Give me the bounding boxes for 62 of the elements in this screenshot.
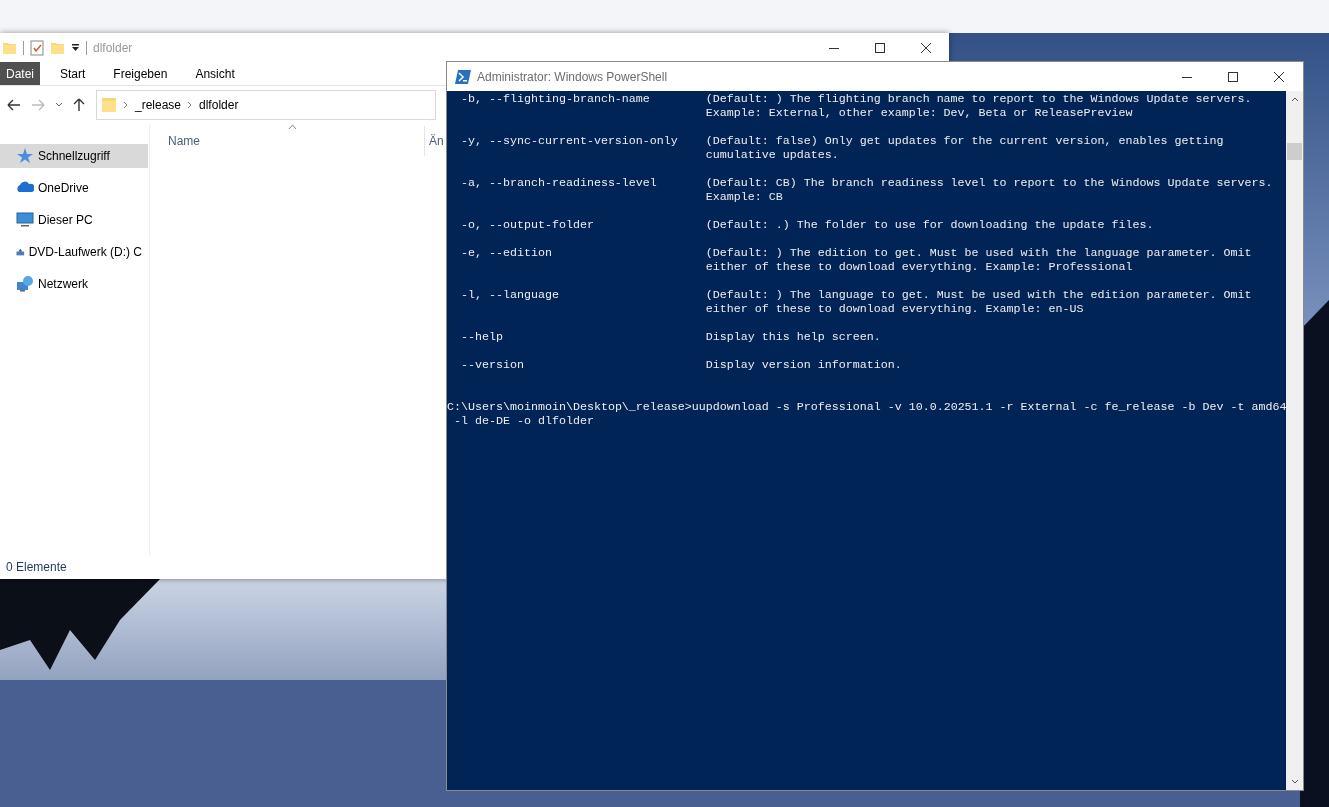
window-title: Administrator: Windows PowerShell: [477, 68, 668, 86]
option-name: -b, --flighting-branch-name: [461, 92, 650, 106]
ribbon-tab[interactable]: Datei: [0, 62, 40, 85]
checklist-icon[interactable]: [30, 39, 44, 56]
status-text: 0 Elemente: [5, 559, 68, 576]
maximize-icon: [1228, 71, 1238, 82]
chevron-down-icon: [55, 102, 63, 108]
option-name: -l, --language: [461, 288, 559, 302]
option-name: -y, --sync-current-version-only: [461, 134, 678, 148]
window-title: dlfolder: [93, 39, 133, 57]
terminal-icon: [455, 69, 471, 84]
option-name: --help: [461, 330, 503, 344]
folder-icon: [101, 96, 117, 114]
option-name: -o, --output-folder: [461, 218, 594, 232]
column-header[interactable]: Name: [150, 126, 425, 156]
option-description: Display this help screen.: [705, 330, 881, 344]
scrollbar-thumb[interactable]: [1287, 143, 1303, 160]
monitor-icon: [16, 211, 34, 229]
option-description: Example: External, other example: Dev, Beta or ReleasePreview: [705, 106, 1134, 120]
nav-item[interactable]: DVD-Laufwerk (D:) C: [0, 240, 148, 264]
forward-arrow-icon: [31, 99, 45, 111]
breadcrumb-item[interactable]: _release: [135, 96, 182, 114]
option-name: -e, --edition: [461, 246, 552, 260]
option-name: -a, --branch-readiness-level: [461, 176, 657, 190]
star-icon: [16, 147, 34, 165]
chevron-right-icon: [123, 101, 129, 109]
chevron-right-icon: [187, 101, 194, 109]
command-line: C:\Users\moinmoin\Desktop\_release>uupdownload -s Professional -v 10.0.20251.1 -r External -c fe_release -b Dev -t amd64: [447, 400, 1287, 414]
option-description: (Default: false) Only get updates for the current version, enables getting: [705, 134, 1224, 148]
scrollbar[interactable]: [1286, 91, 1303, 790]
nav-item[interactable]: Schnellzugriff: [0, 144, 148, 168]
option-description: Display version information.: [705, 358, 902, 372]
option-description: Example: CB: [705, 190, 784, 204]
option-description: either of these to download everything. Example: Professional: [705, 260, 1134, 274]
back-arrow-icon: [7, 99, 21, 111]
ribbon-tab[interactable]: Ansicht: [181, 62, 249, 85]
sort-caret-icon: [288, 124, 297, 130]
ribbon-tab[interactable]: Freigeben: [99, 62, 182, 85]
option-description: (Default: ) The flighting branch name to report to the Windows Update servers.: [705, 92, 1252, 106]
column-header[interactable]: Än: [425, 131, 450, 151]
option-description: (Default: ) The language to get. Must be used with the edition parameter. Omit: [705, 288, 1252, 302]
nav-item[interactable]: OneDrive: [0, 176, 148, 200]
option-description: (Default: CB) The branch readiness level to report to the Windows Update servers.: [705, 176, 1273, 190]
option-description: either of these to download everything. Example: en-US: [705, 302, 1085, 316]
option-description: (Default: .) The folder to use for downloading the update files.: [705, 218, 1154, 232]
address-bar[interactable]: _release dlfolder: [96, 90, 436, 120]
dropdown-icon[interactable]: [71, 42, 80, 53]
option-description: cumulative updates.: [705, 148, 840, 162]
up-arrow-icon: [73, 98, 85, 112]
ribbon-tab[interactable]: Start: [46, 62, 100, 85]
close-icon: [921, 42, 931, 53]
option-name: --version: [461, 358, 524, 372]
scroll-down-icon[interactable]: [1290, 779, 1299, 784]
scroll-up-icon[interactable]: [1290, 97, 1299, 102]
network-icon: [16, 275, 34, 293]
option-description: (Default: ) The edition to get. Must be used with the language parameter. Omit: [705, 246, 1252, 260]
nav-item[interactable]: Dieser PC: [0, 208, 148, 232]
maximize-icon: [875, 42, 885, 53]
nav-item[interactable]: Netzwerk: [0, 272, 148, 296]
close-icon: [1274, 71, 1284, 82]
command-line: -l de-DE -o dlfolder: [453, 414, 595, 428]
breadcrumb-item[interactable]: dlfolder: [199, 96, 239, 114]
